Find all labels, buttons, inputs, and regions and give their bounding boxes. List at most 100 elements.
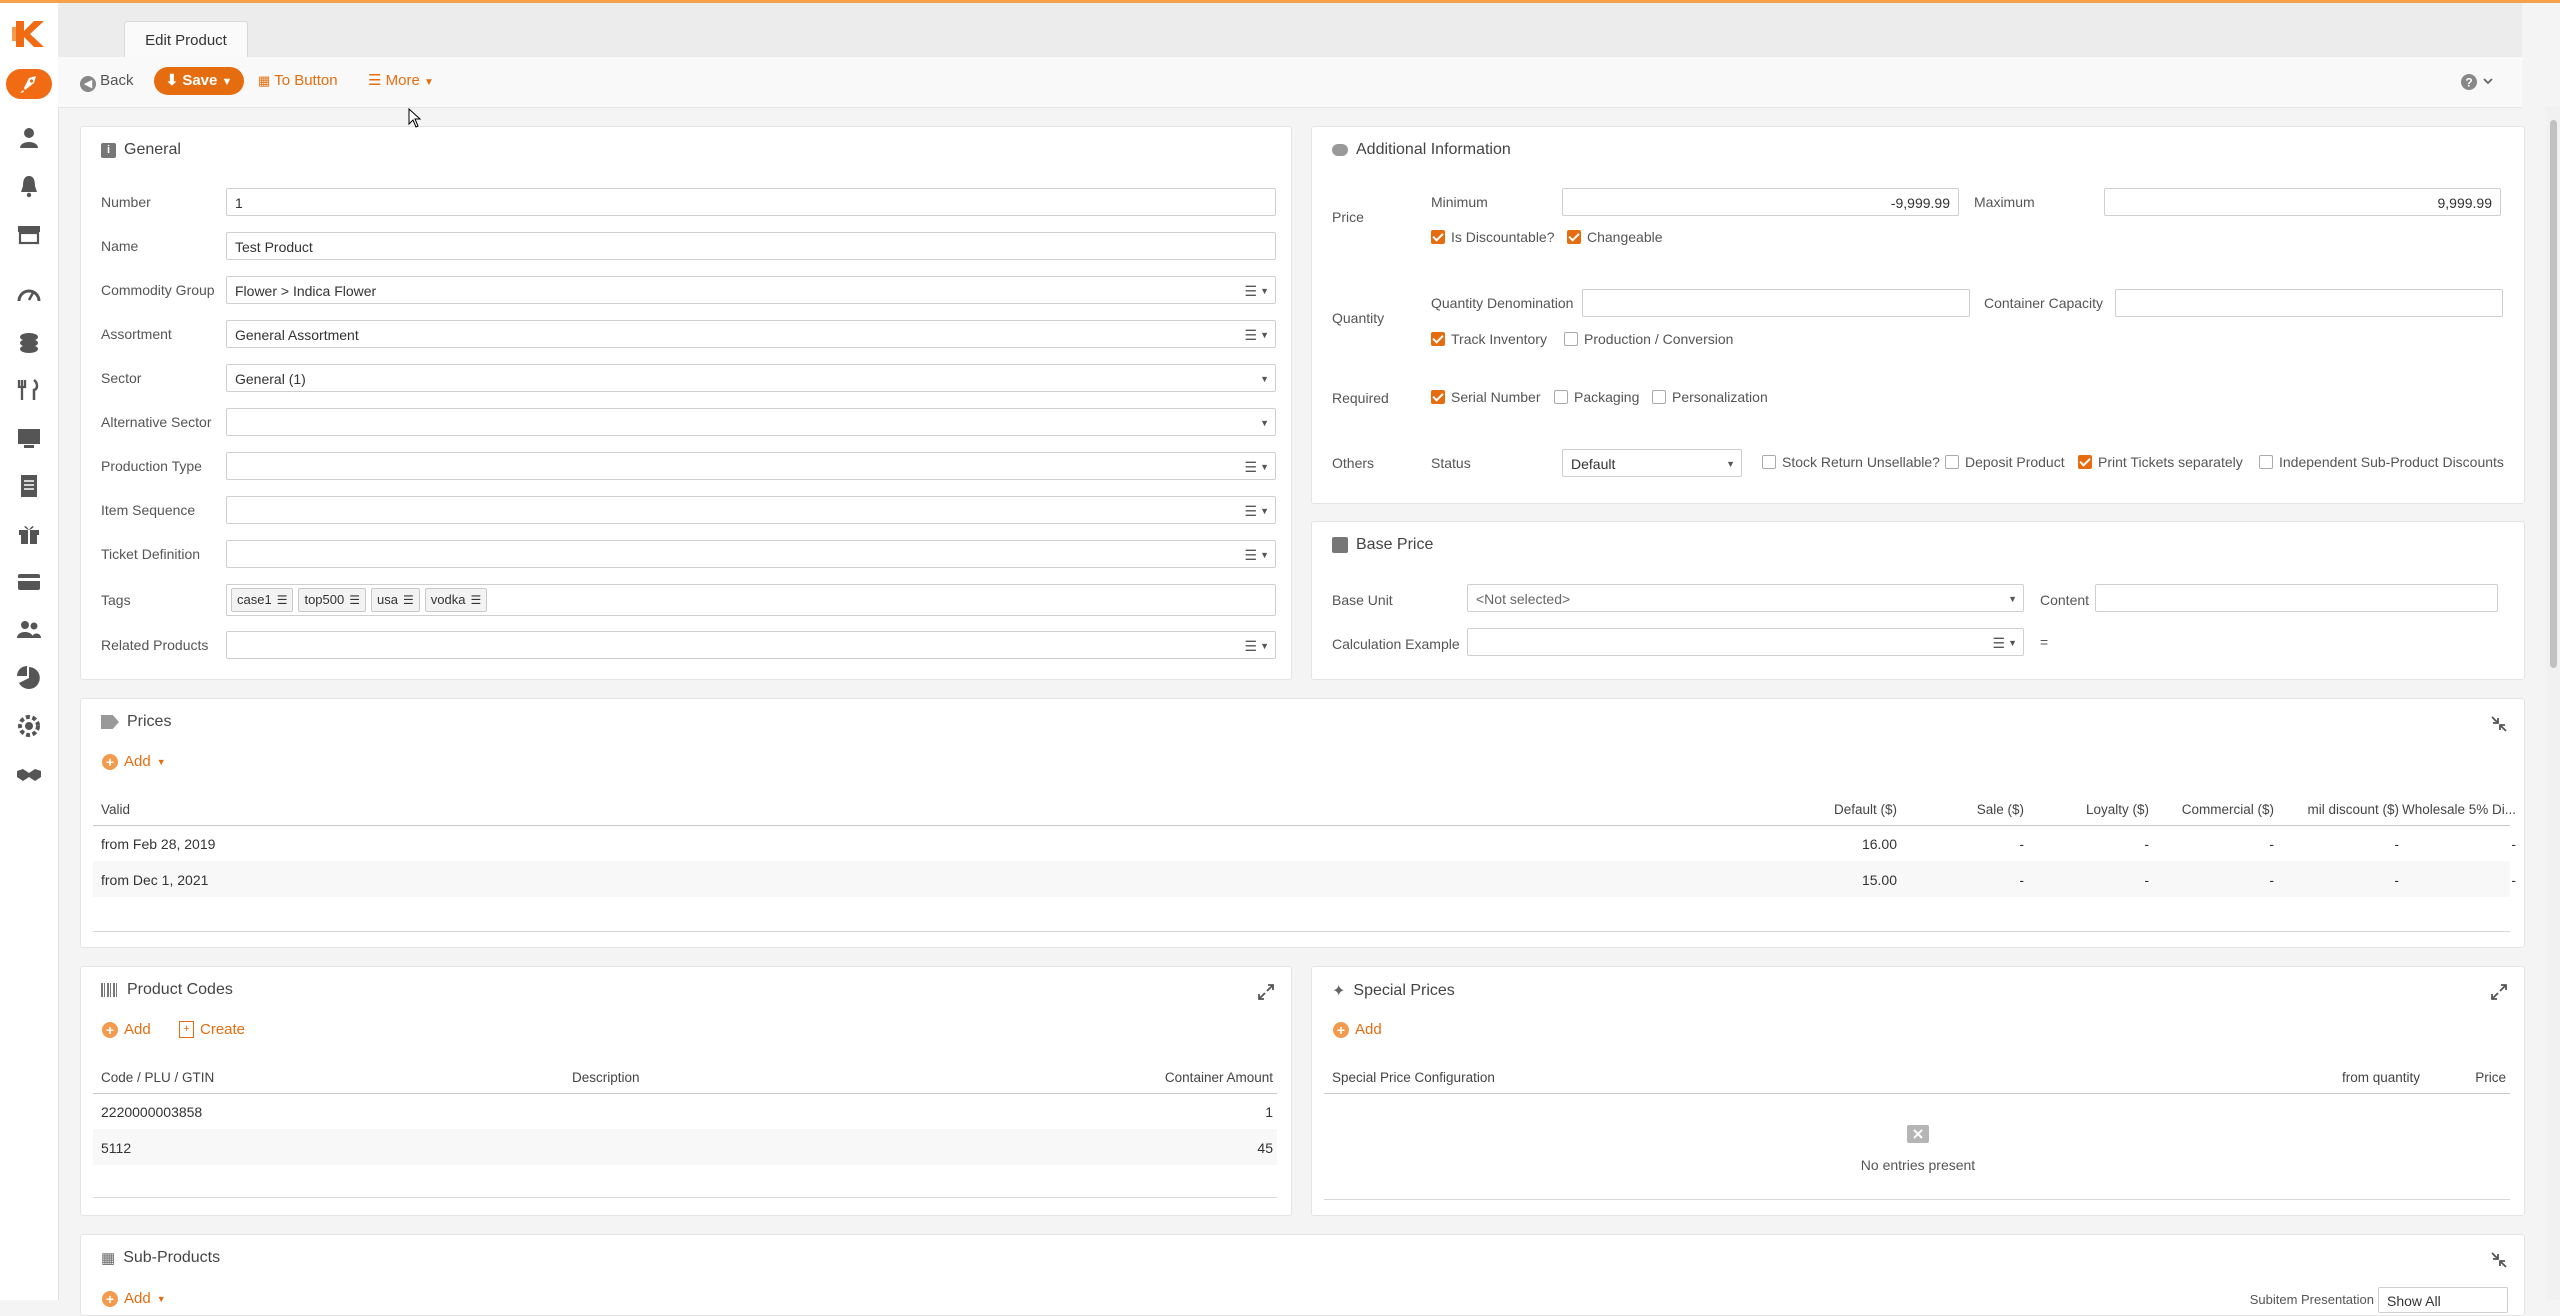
sparkle-icon: ✦ [1332,983,1346,1000]
sector-select[interactable]: General (1) ▼ [226,364,1276,392]
tab-edit-product[interactable]: Edit Product [124,21,248,59]
credit-card-icon[interactable] [16,569,42,595]
prices-column-header[interactable]: Valid [101,802,130,817]
to-button-button[interactable]: ▦ To Button [258,67,338,95]
content-input[interactable] [2095,584,2498,612]
plus-circle-icon: + [102,753,118,770]
ticket-definition-select[interactable]: ☰ ▼ [226,540,1276,568]
back-button[interactable]: ◀ Back [80,67,134,95]
user-icon[interactable] [16,125,42,151]
production-type-select[interactable]: ☰ ▼ [226,452,1276,480]
item-sequence-select[interactable]: ☰ ▼ [226,496,1276,524]
special-prices-column-header[interactable]: Price [2475,1070,2506,1085]
utensils-icon[interactable] [16,377,42,403]
production-conversion-checkbox[interactable]: Production / Conversion [1564,331,1733,347]
product-codes-column-header[interactable]: Description [572,1070,640,1085]
dashboard-gauge-icon[interactable] [16,282,42,308]
independent-sub-product-discounts-checkbox[interactable]: Independent Sub-Product Discounts [2259,454,2504,470]
bell-icon[interactable] [16,173,42,199]
checkbox-checked-icon [1567,230,1581,244]
collapse-icon[interactable] [2490,1251,2508,1269]
handshake-icon[interactable] [16,761,42,787]
prices-column-header[interactable]: Loyalty ($) [2086,802,2149,817]
personalization-checkbox[interactable]: Personalization [1652,389,1768,405]
serial-number-checkbox[interactable]: Serial Number [1431,389,1540,405]
assortment-select[interactable]: General Assortment ☰ ▼ [226,320,1276,348]
special-prices-add-button[interactable]: + Add [1333,1021,1382,1038]
prices-column-header[interactable]: Default ($) [1834,802,1897,817]
special-prices-header-divider [1324,1093,2510,1094]
prices-column-header[interactable]: Commercial ($) [2182,802,2274,817]
collapse-icon[interactable] [2490,715,2508,733]
pie-chart-icon[interactable] [16,665,42,691]
calculation-example-select[interactable]: ☰ ▼ [1467,628,2024,656]
container-capacity-label: Container Capacity [1984,295,2104,311]
product-codes-add-button[interactable]: + Add [102,1021,151,1038]
help-button[interactable]: ? [2458,71,2498,93]
product-codes-bottom-divider [93,1197,1277,1198]
expand-icon[interactable] [2490,983,2508,1001]
prices-column-header[interactable]: mil discount ($) [2307,802,2399,817]
stock-return-unsellable-checkbox[interactable]: Stock Return Unsellable? [1762,454,1940,470]
additional-title-text: Additional Information [1356,141,1511,158]
status-select[interactable]: Default ▼ [1562,449,1742,477]
container-capacity-input[interactable] [2115,289,2503,317]
app-logo-icon[interactable] [10,17,48,51]
prices-column-header[interactable]: Wholesale 5% Di... [2402,802,2516,817]
packaging-checkbox[interactable]: Packaging [1554,389,1639,405]
info-icon: i [101,142,116,158]
rocket-button[interactable] [6,69,52,99]
document-icon[interactable] [16,473,42,499]
checkbox-unchecked-icon [1652,390,1666,404]
special-prices-column-header[interactable]: from quantity [2342,1070,2420,1085]
tag-chip[interactable]: top500 ☰ [298,588,366,612]
stack-icon[interactable] [16,329,42,355]
quantity-denomination-input[interactable] [1582,289,1970,317]
gift-icon[interactable] [16,521,42,547]
number-label: Number [101,194,151,210]
users-icon[interactable] [16,617,42,643]
track-inventory-checkbox[interactable]: Track Inventory [1431,331,1547,347]
subitem-presentation-select[interactable]: Show All [2378,1287,2508,1313]
tag-chip[interactable]: usa ☰ [371,588,420,612]
base-unit-select[interactable]: <Not selected> ▼ [1467,584,2024,612]
gear-icon[interactable] [16,713,42,739]
related-products-select[interactable]: ☰ ▼ [226,631,1276,659]
scale-icon [1332,537,1348,553]
ticket-definition-label: Ticket Definition [101,546,201,562]
empty-box-icon [1907,1125,1929,1143]
product-codes-create-button[interactable]: + Create [179,1021,245,1038]
commodity-group-select[interactable]: Flower > Indica Flower ☰ ▼ [226,276,1276,304]
prices-title-text: Prices [127,713,172,730]
tag-chip[interactable]: vodka ☰ [424,588,488,612]
maximum-input[interactable]: 9,999.99 [2104,188,2501,216]
name-input[interactable]: Test Product [226,232,1276,260]
sub-products-add-button[interactable]: + Add ▼ [102,1290,166,1307]
more-menu-button[interactable]: ☰ More ▼ [368,67,434,95]
table-row[interactable] [93,1095,1277,1129]
product-codes-column-header[interactable]: Code / PLU / GTIN [101,1070,214,1085]
is-discountable-checkbox[interactable]: Is Discountable? [1431,229,1555,245]
alternative-sector-select[interactable]: ▼ [226,408,1276,436]
number-input[interactable]: 1 [226,188,1276,216]
commodity-group-label: Commodity Group [101,282,215,298]
monitor-icon[interactable] [16,425,42,451]
tags-input[interactable]: case1 ☰ top500 ☰ usa ☰ vodka ☰ [226,584,1276,616]
prices-column-header[interactable]: Sale ($) [1977,802,2024,817]
page-scrollbar-thumb[interactable] [2550,120,2557,668]
container-amount-cell: 1 [1265,1104,1273,1120]
special-prices-column-header[interactable]: Special Price Configuration [1332,1070,1495,1085]
minimum-input[interactable]: -9,999.99 [1562,188,1959,216]
changeable-checkbox[interactable]: Changeable [1567,229,1663,245]
store-icon[interactable] [16,221,42,247]
product-codes-column-header[interactable]: Container Amount [1165,1070,1273,1085]
expand-icon[interactable] [1257,983,1275,1001]
price-loyalty-cell: - [2144,872,2149,888]
print-tickets-separately-checkbox[interactable]: Print Tickets separately [2078,454,2243,470]
deposit-product-checkbox[interactable]: Deposit Product [1945,454,2065,470]
table-row[interactable] [93,1129,1277,1165]
price-wholesale-cell: - [2511,872,2516,888]
tag-chip[interactable]: case1 ☰ [231,588,294,612]
prices-add-button[interactable]: + Add ▼ [102,753,166,770]
save-button[interactable]: ⬇ Save ▼ [154,67,244,95]
